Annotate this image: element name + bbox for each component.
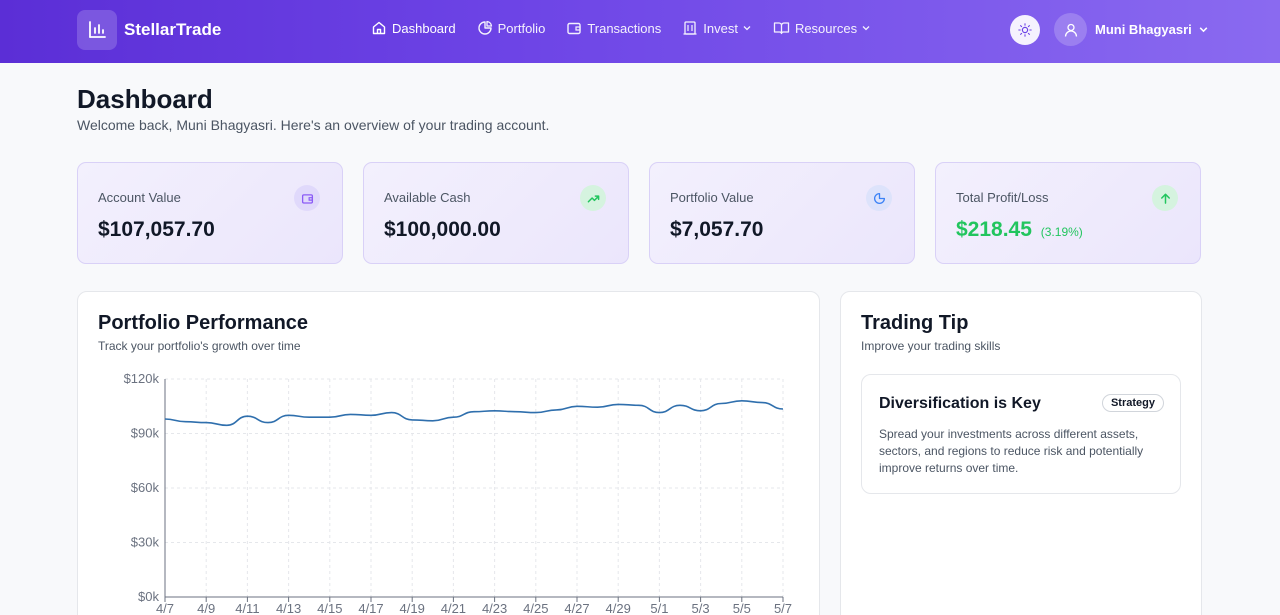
- stat-icon-badge: [1152, 185, 1178, 211]
- y-tick-label: $60k: [131, 480, 160, 495]
- performance-chart[interactable]: $0k$30k$60k$90k$120k4/7 4/9 4/11 4/13 4/15 4/…: [78, 292, 821, 615]
- stat-value: $107,057.70: [98, 218, 215, 241]
- home-icon: [372, 21, 386, 35]
- stat-label: Available Cash: [384, 190, 471, 205]
- stat-icon-badge: [866, 185, 892, 211]
- bar-chart-icon: [89, 21, 106, 38]
- logo[interactable]: [77, 10, 117, 50]
- x-tick-label: 4/27: [564, 601, 589, 615]
- stat-icon-badge: [294, 185, 320, 211]
- user-name: Muni Bhagyasri: [1095, 22, 1192, 37]
- stat-label: Account Value: [98, 190, 181, 205]
- stat-card-total-profit-loss: Total Profit/Loss $218.45 (3.19%): [935, 162, 1201, 264]
- nav-label: Resources: [794, 20, 858, 36]
- x-tick-label: 4/29: [606, 601, 631, 615]
- user-icon: [1064, 23, 1077, 37]
- user-menu-button[interactable]: Muni Bhagyasri: [1054, 13, 1209, 46]
- x-tick-label: 4/15: [317, 601, 342, 615]
- stat-change-percent: (3.19%): [1040, 225, 1083, 239]
- stat-value-row: $218.45 (3.19%): [956, 218, 1083, 242]
- wallet-icon: [567, 22, 582, 35]
- stat-label: Total Profit/Loss: [956, 190, 1049, 205]
- x-tick-label: 5/5: [733, 601, 751, 615]
- y-tick-label: $30k: [131, 535, 160, 550]
- page-title: Dashboard: [77, 84, 213, 114]
- sun-icon: [1018, 23, 1032, 37]
- nav-portfolio[interactable]: Portfolio: [477, 20, 546, 36]
- y-tick-label: $120k: [124, 371, 160, 386]
- nav-dashboard[interactable]: Dashboard: [371, 20, 456, 36]
- pie-chart-icon: [477, 20, 492, 35]
- x-tick-label: 4/21: [441, 601, 466, 615]
- stat-card-portfolio-value: Portfolio Value $7,057.70: [649, 162, 915, 264]
- x-tick-label: 4/9: [197, 601, 215, 615]
- stat-value: $7,057.70: [670, 218, 764, 241]
- avatar: [1054, 13, 1087, 46]
- x-tick-label: 4/7: [156, 601, 174, 615]
- tip-category-badge: Strategy: [1101, 394, 1164, 412]
- stat-value: $218.45: [956, 218, 1032, 241]
- series-line: [164, 399, 784, 427]
- x-tick-label: 4/23: [482, 601, 507, 615]
- nav-label: Invest: [703, 20, 738, 36]
- trading-tip-panel: Trading Tip Improve your trading skills …: [840, 291, 1202, 615]
- x-tick-label: 4/25: [523, 601, 548, 615]
- theme-toggle-button[interactable]: [1010, 15, 1040, 45]
- nav-label: Portfolio: [497, 20, 546, 36]
- tip-card: Diversification is Key Strategy Spread y…: [861, 374, 1181, 494]
- wallet-icon: [301, 193, 313, 204]
- y-tick-label: $90k: [131, 426, 160, 441]
- nav-label: Dashboard: [392, 20, 456, 36]
- trending-up-icon: [587, 194, 599, 202]
- chevron-down-icon: [743, 26, 751, 31]
- main-nav: Dashboard Portfolio Transactions Invest …: [371, 20, 892, 36]
- stat-card-available-cash: Available Cash $100,000.00: [363, 162, 629, 264]
- arrow-up-icon: [1160, 193, 1170, 204]
- x-tick-label: 4/11: [235, 601, 259, 615]
- x-tick-label: 5/7: [774, 601, 792, 615]
- tip-text: Spread your investments across different…: [879, 427, 1144, 475]
- bank-icon: [683, 21, 697, 35]
- page-subtitle: Welcome back, Muni Bhagyasri. Here's an …: [77, 117, 550, 133]
- brand-name[interactable]: StellarTrade: [124, 20, 221, 40]
- nav-label: Transactions: [587, 20, 662, 36]
- book-icon: [773, 22, 790, 35]
- stat-label: Portfolio Value: [670, 190, 754, 205]
- nav-invest[interactable]: Invest: [682, 20, 752, 36]
- stat-icon-badge: [580, 185, 606, 211]
- x-tick-label: 4/17: [358, 601, 383, 615]
- nav-resources[interactable]: Resources: [773, 20, 871, 36]
- stat-value: $100,000.00: [384, 218, 501, 241]
- chevron-down-icon: [1199, 27, 1208, 33]
- x-tick-label: 5/1: [650, 601, 668, 615]
- panel-title: Trading Tip: [861, 312, 969, 334]
- chevron-down-icon: [862, 26, 870, 31]
- top-navbar: StellarTrade Dashboard Portfolio Transac…: [0, 0, 1280, 63]
- pie-chart-icon: [873, 192, 885, 204]
- tip-title: Diversification is Key: [879, 395, 1041, 412]
- x-tick-label: 4/19: [400, 601, 425, 615]
- stat-card-account-value: Account Value $107,057.70: [77, 162, 343, 264]
- panel-subtitle: Improve your trading skills: [861, 339, 1001, 353]
- x-tick-label: 5/3: [692, 601, 710, 615]
- portfolio-performance-panel: Portfolio Performance Track your portfol…: [77, 291, 820, 615]
- x-tick-label: 4/13: [276, 601, 301, 615]
- nav-transactions[interactable]: Transactions: [566, 20, 661, 36]
